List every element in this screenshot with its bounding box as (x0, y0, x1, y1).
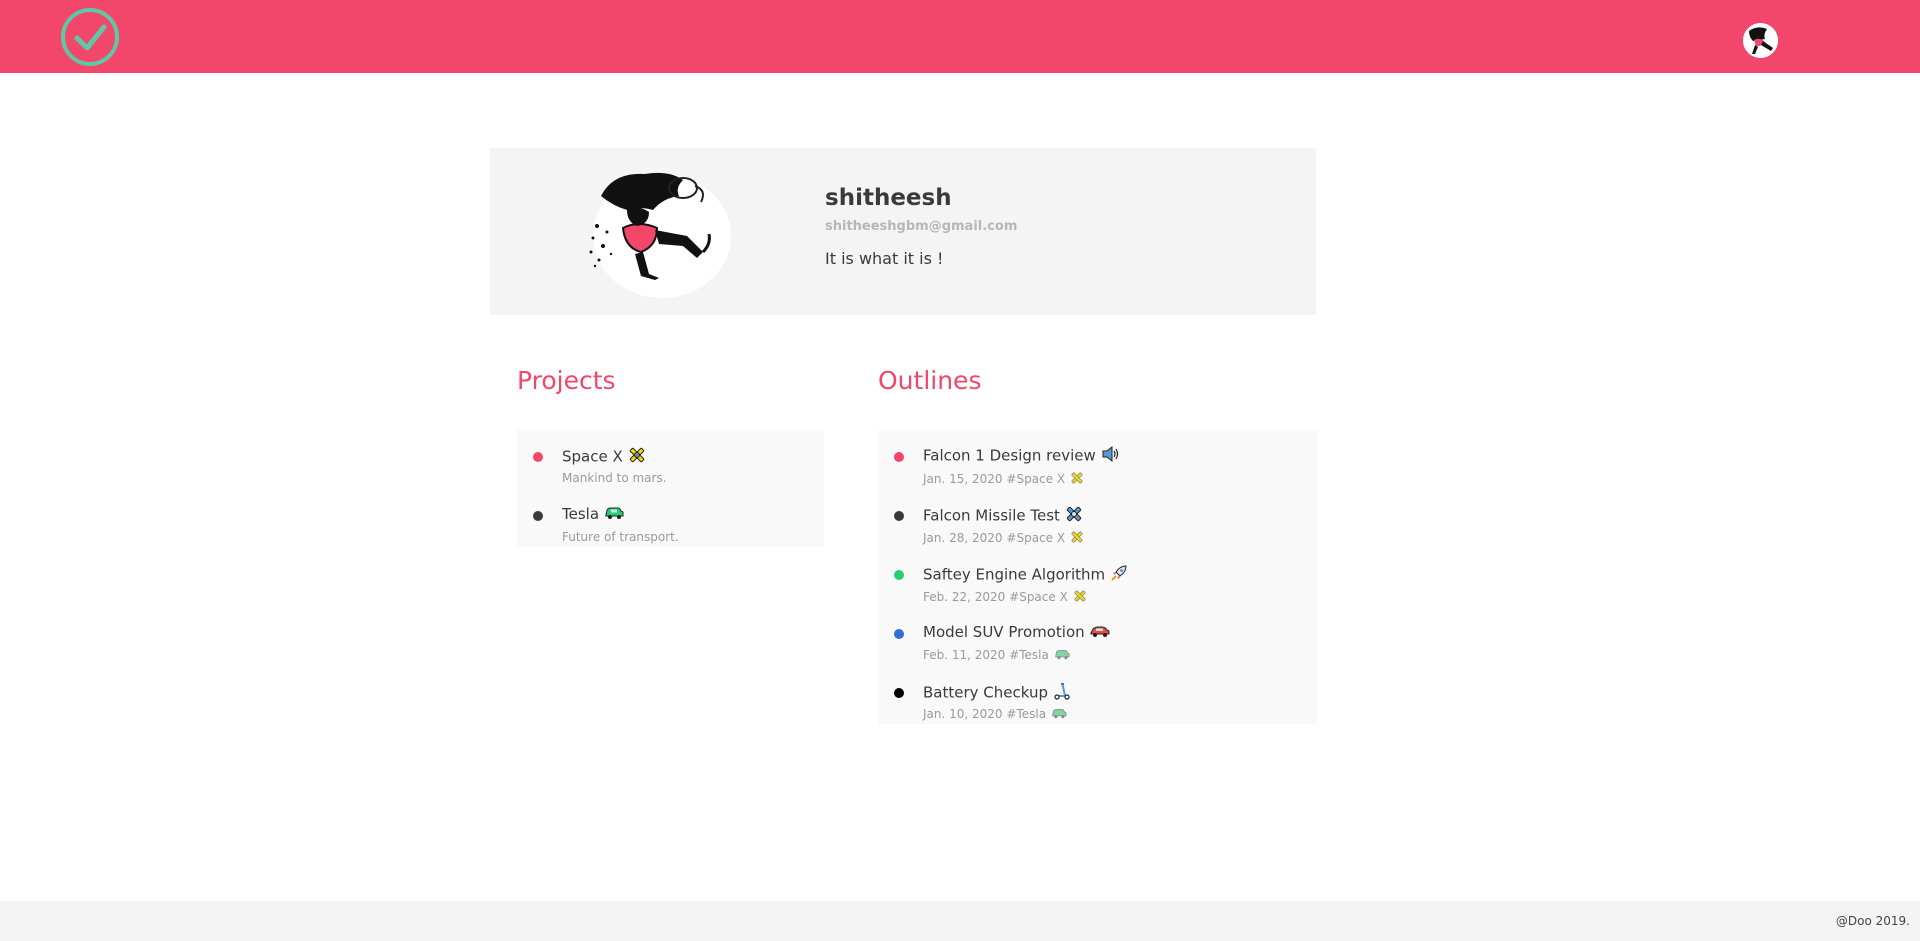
status-dot (894, 452, 904, 462)
satellite-icon (1070, 530, 1084, 547)
outline-meta: Feb. 11, 2020 #Tesla (923, 648, 1070, 663)
project-title: Space X (562, 446, 646, 468)
profile-email: shitheeshgbm@gmail.com (825, 219, 1018, 234)
blue-satellite-icon (1065, 505, 1083, 527)
profile-name: shitheesh (825, 185, 952, 211)
project-item-tesla[interactable]: Tesla Future of transport. (517, 496, 824, 546)
status-dot (894, 688, 904, 698)
outline-title: Falcon Missile Test (923, 505, 1083, 527)
user-avatar-icon[interactable] (1743, 23, 1778, 58)
green-car-icon (604, 506, 624, 524)
top-navbar (0, 0, 1920, 73)
profile-bio: It is what it is ! (825, 249, 944, 268)
profile-card: shitheesh shitheeshgbm@gmail.com It is w… (490, 148, 1316, 315)
status-dot (894, 511, 904, 521)
footer: @Doo 2019. (0, 901, 1920, 941)
outlines-heading: Outlines (878, 366, 982, 395)
profile-illustration-icon (583, 166, 733, 298)
satellite-icon (1073, 589, 1087, 606)
satellite-icon (628, 446, 646, 468)
green-car-icon (1051, 708, 1067, 722)
scooter-icon (1053, 682, 1071, 704)
speaker-icon (1101, 445, 1119, 466)
projects-heading: Projects (517, 366, 616, 395)
outline-item[interactable]: Battery Checkup Jan. 10, 2020 #Tesla (878, 673, 1318, 723)
status-dot (533, 452, 543, 462)
project-description: Future of transport. (562, 530, 679, 544)
outline-item[interactable]: Falcon Missile Test Jan. 28, 2020 #Space… (878, 496, 1318, 546)
project-title: Tesla (562, 505, 624, 524)
status-dot (894, 570, 904, 580)
outline-title: Model SUV Promotion (923, 623, 1110, 642)
outline-meta: Jan. 10, 2020 #Tesla (923, 707, 1067, 722)
check-circle-icon[interactable] (60, 7, 120, 67)
projects-list: Space X Mankind to mars. Tesla Future of… (517, 430, 824, 547)
status-dot (894, 629, 904, 639)
green-car-icon (1054, 649, 1070, 663)
status-dot (533, 511, 543, 521)
project-description: Mankind to mars. (562, 471, 667, 485)
red-car-icon (1090, 624, 1110, 642)
outline-title: Falcon 1 Design review (923, 445, 1119, 466)
outline-item[interactable]: Model SUV Promotion Feb. 11, 2020 #Tesla (878, 614, 1318, 664)
outline-title: Battery Checkup (923, 682, 1071, 704)
footer-copyright: @Doo 2019. (1835, 914, 1910, 928)
outline-meta: Jan. 28, 2020 #Space X (923, 530, 1084, 547)
outline-meta: Feb. 22, 2020 #Space X (923, 589, 1087, 606)
outline-title: Saftey Engine Algorithm (923, 564, 1128, 586)
outline-item[interactable]: Saftey Engine Algorithm Feb. 22, 2020 #S… (878, 555, 1318, 605)
outline-meta: Jan. 15, 2020 #Space X (923, 471, 1084, 488)
project-item-space-x[interactable]: Space X Mankind to mars. (517, 437, 824, 487)
rocket-icon (1110, 564, 1128, 586)
outlines-list: Falcon 1 Design review Jan. 15, 2020 #Sp… (878, 430, 1318, 724)
outline-item[interactable]: Falcon 1 Design review Jan. 15, 2020 #Sp… (878, 437, 1318, 487)
satellite-icon (1070, 471, 1084, 488)
